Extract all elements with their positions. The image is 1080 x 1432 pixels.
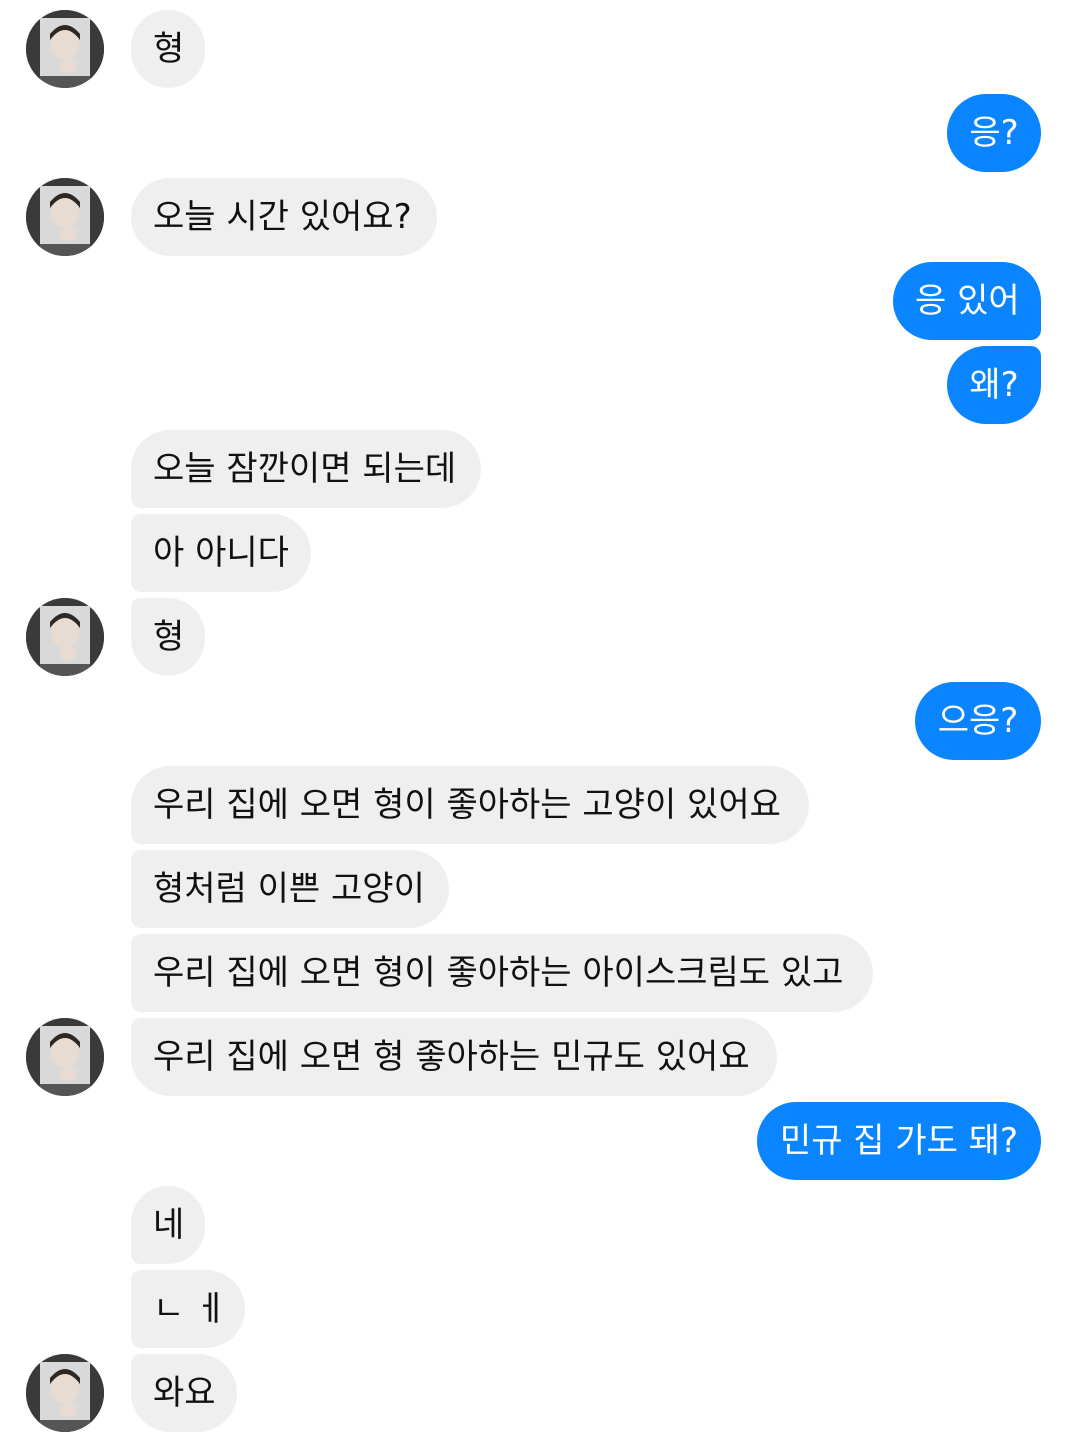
outgoing-message[interactable]: 응?	[947, 94, 1041, 172]
profile-photo-icon	[26, 598, 104, 676]
incoming-message[interactable]: 형처럼 이쁜 고양이	[131, 850, 449, 928]
outgoing-message[interactable]: 민규 집 가도 돼?	[757, 1102, 1041, 1180]
incoming-message[interactable]: 오늘 시간 있어요?	[131, 178, 437, 256]
avatar[interactable]	[26, 598, 104, 676]
incoming-message[interactable]: 형	[131, 10, 205, 88]
incoming-message[interactable]: 와요	[131, 1354, 237, 1432]
outgoing-message[interactable]: 으응?	[915, 682, 1041, 760]
incoming-message[interactable]: 아 아니다	[131, 514, 311, 592]
avatar[interactable]	[26, 1354, 104, 1432]
outgoing-message[interactable]: 응 있어	[893, 262, 1041, 340]
incoming-message[interactable]: 형	[131, 598, 205, 676]
profile-photo-icon	[26, 1354, 104, 1432]
incoming-message[interactable]: 우리 집에 오면 형이 좋아하는 고양이 있어요	[131, 766, 809, 844]
profile-photo-icon	[26, 1018, 104, 1096]
profile-photo-icon	[26, 10, 104, 88]
avatar[interactable]	[26, 178, 104, 256]
incoming-message[interactable]: 오늘 잠깐이면 되는데	[131, 430, 481, 508]
profile-photo-icon	[26, 178, 104, 256]
outgoing-message[interactable]: 왜?	[947, 346, 1041, 424]
incoming-message[interactable]: 우리 집에 오면 형이 좋아하는 아이스크림도 있고	[131, 934, 873, 1012]
incoming-message[interactable]: ㄴ ㅔ	[131, 1270, 245, 1348]
incoming-message[interactable]: 우리 집에 오면 형 좋아하는 민규도 있어요	[131, 1018, 777, 1096]
incoming-message[interactable]: 네	[131, 1186, 205, 1264]
avatar[interactable]	[26, 10, 104, 88]
avatar[interactable]	[26, 1018, 104, 1096]
